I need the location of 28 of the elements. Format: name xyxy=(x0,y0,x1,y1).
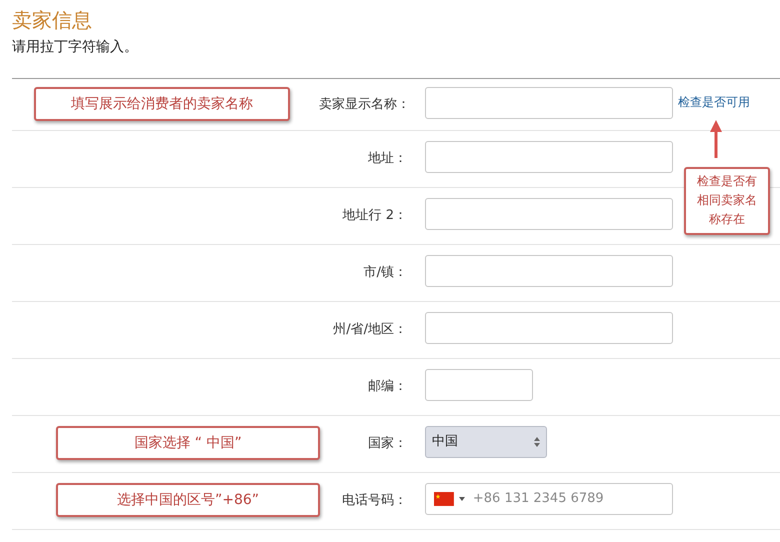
field-label: 电话号码： xyxy=(342,493,407,508)
input-field[interactable] xyxy=(425,87,673,119)
input-field[interactable] xyxy=(425,255,673,287)
arrow-icon xyxy=(710,120,722,158)
field-label: 邮编： xyxy=(368,379,407,394)
annotation-note: 国家选择 “ 中国” xyxy=(56,426,320,460)
field-label: 国家： xyxy=(368,436,407,451)
phone-field[interactable]: +86 131 2345 6789 xyxy=(425,483,673,515)
field-label: 卖家显示名称： xyxy=(319,97,410,112)
field-label: 地址： xyxy=(368,151,407,166)
input-field[interactable] xyxy=(425,369,533,401)
updown-icon xyxy=(534,437,540,447)
flag-icon xyxy=(434,492,454,506)
phone-input[interactable]: +86 131 2345 6789 xyxy=(472,489,672,509)
field-label: 州/省/地区： xyxy=(333,322,407,337)
field-label: 市/镇： xyxy=(364,265,407,280)
country-select[interactable]: 中国 xyxy=(425,426,547,458)
check-availability-link[interactable]: 检查是否可用 xyxy=(678,93,750,111)
input-field[interactable] xyxy=(425,141,673,173)
input-field[interactable] xyxy=(425,312,673,344)
callout-note: 检查是否有相同卖家名称存在 xyxy=(684,167,770,235)
input-field[interactable] xyxy=(425,198,673,230)
caret-icon xyxy=(458,497,465,501)
annotation-note: 填写展示给消费者的卖家名称 xyxy=(34,87,290,121)
instruction-text: 请用拉丁字符输入。 xyxy=(12,39,138,55)
field-label: 地址行 2： xyxy=(342,208,407,223)
page-title: 卖家信息 xyxy=(12,7,92,34)
annotation-note: 选择中国的区号”+86” xyxy=(56,483,320,517)
